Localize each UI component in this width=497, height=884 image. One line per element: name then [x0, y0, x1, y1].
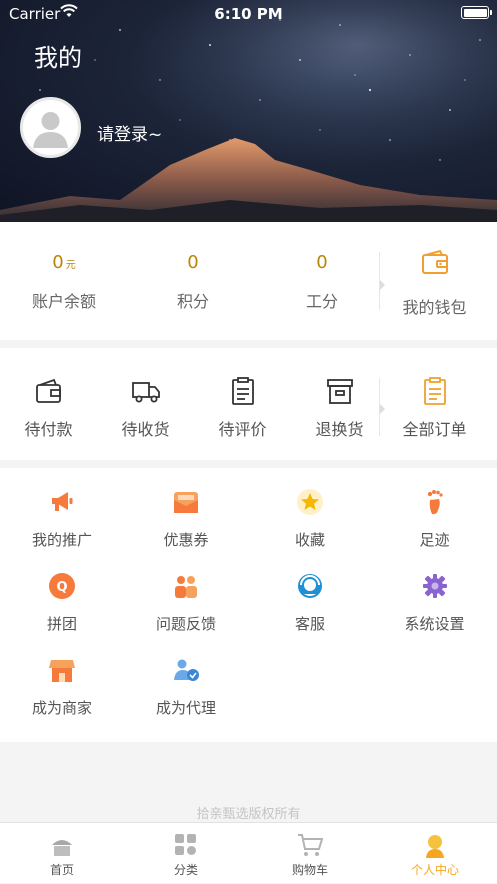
category-icon [175, 834, 196, 855]
tab-profile-label: 个人中心 [410, 863, 459, 877]
login-link[interactable]: 请登录~ [97, 120, 162, 145]
store-icon [49, 660, 75, 682]
customer-service-icon [298, 574, 322, 598]
footprint-icon [427, 490, 443, 515]
order-pending-receipt[interactable]: 待收货 [97, 348, 194, 460]
status-bar: Carrier 6:10 PM [0, 0, 497, 26]
service-group-buy-label: 拼团 [46, 615, 77, 633]
page-title: 我的 [34, 44, 82, 72]
home-icon [52, 840, 72, 856]
service-coupon-label: 优惠券 [163, 531, 209, 549]
group-buy-icon: Q [49, 573, 75, 599]
order-pending-payment[interactable]: 待付款 [0, 348, 97, 460]
service-settings[interactable]: 系统设置 [372, 552, 497, 636]
stat-balance-label: 账户余额 [31, 292, 96, 311]
order-pending-receipt-label: 待收货 [121, 420, 170, 439]
service-feedback[interactable]: 问题反馈 [124, 552, 248, 636]
stat-work-points-label: 工分 [305, 292, 338, 311]
wallet-outline-icon [35, 378, 61, 403]
balance-number: 0 [52, 252, 64, 273]
stat-work-points[interactable]: 0 工分 [258, 222, 386, 340]
service-footprint-label: 足迹 [419, 531, 450, 549]
stat-points[interactable]: 0 积分 [128, 222, 258, 340]
tab-bar: 首页 分类 购物车 个人中心 [0, 822, 497, 883]
service-promotion[interactable]: 我的推广 [0, 468, 124, 552]
tab-cart[interactable]: 购物车 [248, 823, 372, 884]
stat-balance-value: 0元 [0, 252, 128, 273]
cart-icon [298, 834, 323, 856]
account-stats: 0元 账户余额 0 积分 0 工分 我的钱包 [0, 222, 497, 340]
wallet-button[interactable]: 我的钱包 [372, 222, 497, 340]
clock: 6:10 PM [214, 5, 283, 23]
star-icon [297, 489, 323, 515]
service-become-agent-label: 成为代理 [155, 699, 216, 717]
tab-cart-label: 购物车 [291, 863, 328, 877]
archive-box-icon [326, 379, 353, 404]
order-pending-payment-label: 待付款 [24, 420, 73, 439]
service-favorites[interactable]: 收藏 [248, 468, 372, 552]
order-list-icon [423, 377, 446, 405]
tab-home[interactable]: 首页 [0, 823, 124, 884]
stat-balance[interactable]: 0元 账户余额 [0, 222, 128, 340]
service-favorites-label: 收藏 [294, 531, 325, 549]
settings-gear-icon [422, 574, 447, 598]
stat-points-label: 积分 [176, 292, 209, 311]
svg-text:Q: Q [56, 580, 67, 595]
wallet-label: 我的钱包 [402, 298, 467, 317]
order-pending-review-label: 待评价 [218, 420, 267, 439]
service-coupon[interactable]: 优惠券 [124, 468, 248, 552]
default-avatar-icon [33, 112, 68, 148]
balance-unit: 元 [65, 260, 76, 271]
tab-profile[interactable]: 个人中心 [373, 823, 497, 884]
megaphone-icon [52, 492, 73, 511]
orders-section: 待付款 待收货 待评价 退换货 全部订单 [0, 348, 497, 460]
service-customer-service-label: 客服 [294, 615, 325, 633]
copyright-text: 拾亲甄选版权所有 [196, 807, 301, 822]
service-footprint[interactable]: 足迹 [372, 468, 497, 552]
coupon-icon [174, 492, 198, 513]
service-promotion-label: 我的推广 [31, 531, 92, 549]
services-grid: 我的推广 优惠券 收藏 足迹 Q 拼团 问题反馈 客服 系统设置 成为商家 成为… [0, 468, 497, 742]
service-feedback-label: 问题反馈 [155, 615, 216, 633]
service-become-agent[interactable]: 成为代理 [124, 636, 248, 720]
tab-category-label: 分类 [173, 863, 198, 877]
service-customer-service[interactable]: 客服 [248, 552, 372, 636]
service-become-merchant-label: 成为商家 [31, 699, 92, 717]
feedback-icon [175, 576, 197, 598]
tab-category[interactable]: 分类 [124, 823, 248, 884]
wallet-icon [421, 250, 448, 274]
clipboard-icon [231, 377, 254, 405]
service-become-merchant[interactable]: 成为商家 [0, 636, 124, 720]
order-all[interactable]: 全部订单 [372, 348, 497, 460]
order-pending-review[interactable]: 待评价 [194, 348, 291, 460]
profile-header: Carrier 6:10 PM 我的 请登录~ [0, 0, 497, 222]
order-all-label: 全部订单 [402, 420, 467, 439]
stat-points-value: 0 [187, 252, 199, 273]
avatar[interactable] [20, 97, 81, 158]
stat-work-points-value: 0 [316, 252, 328, 273]
truck-icon [131, 382, 160, 403]
service-settings-label: 系统设置 [404, 615, 465, 633]
service-group-buy[interactable]: Q 拼团 [0, 552, 124, 636]
battery-icon [461, 6, 492, 19]
tab-home-label: 首页 [49, 863, 74, 877]
profile-icon [426, 835, 444, 858]
agent-icon [174, 659, 199, 681]
